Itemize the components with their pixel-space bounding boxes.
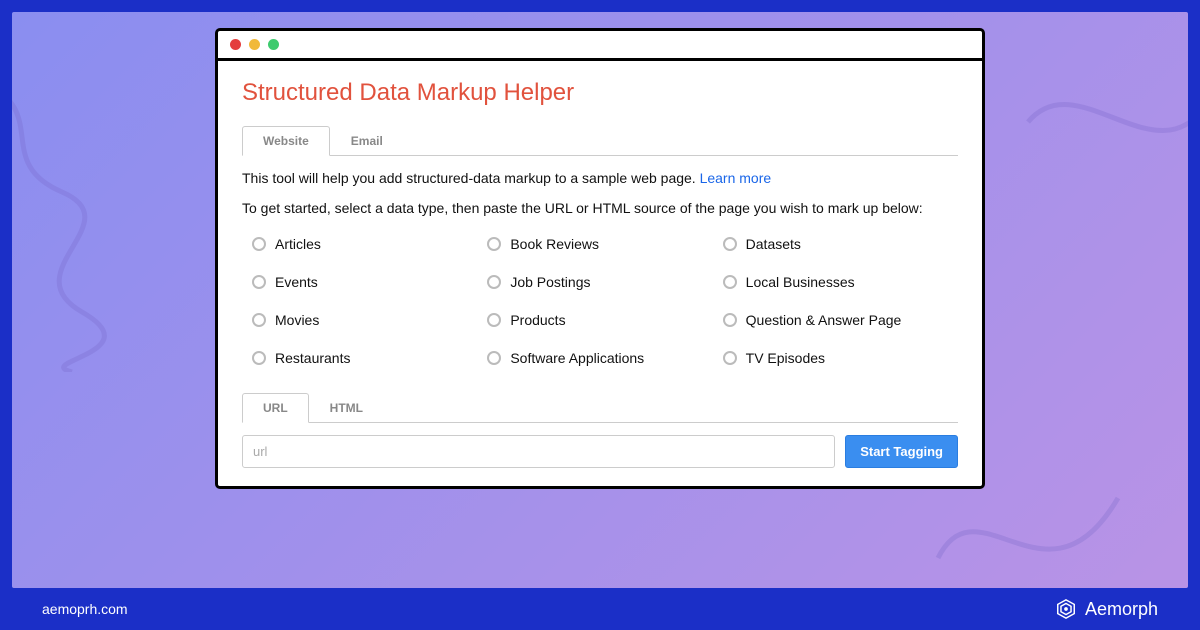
option-articles[interactable]: Articles <box>252 236 477 252</box>
option-label: Restaurants <box>275 350 350 366</box>
option-local-businesses[interactable]: Local Businesses <box>723 274 948 290</box>
data-type-options: Articles Book Reviews Datasets Events Jo… <box>242 236 958 366</box>
radio-icon <box>252 237 266 251</box>
tab-website[interactable]: Website <box>242 126 330 156</box>
description-text: This tool will help you add structured-d… <box>242 170 958 186</box>
page-title: Structured Data Markup Helper <box>242 79 958 107</box>
option-book-reviews[interactable]: Book Reviews <box>487 236 712 252</box>
decorative-squiggle <box>1018 42 1188 242</box>
radio-icon <box>252 275 266 289</box>
instruction-text: To get started, select a data type, then… <box>242 200 958 216</box>
option-label: Software Applications <box>510 350 644 366</box>
footer-domain: aemoprh.com <box>42 601 128 617</box>
option-products[interactable]: Products <box>487 312 712 328</box>
decorative-squiggle <box>12 72 172 372</box>
radio-icon <box>723 351 737 365</box>
window-close-icon[interactable] <box>230 39 241 50</box>
option-label: Articles <box>275 236 321 252</box>
tab-html[interactable]: HTML <box>309 393 384 423</box>
brand-logo-icon <box>1055 598 1077 620</box>
option-label: Job Postings <box>510 274 590 290</box>
radio-icon <box>723 275 737 289</box>
option-question-answer[interactable]: Question & Answer Page <box>723 312 948 328</box>
option-label: Products <box>510 312 565 328</box>
option-label: Datasets <box>746 236 801 252</box>
option-events[interactable]: Events <box>252 274 477 290</box>
option-software-applications[interactable]: Software Applications <box>487 350 712 366</box>
input-mode-tab-row: URL HTML <box>242 392 958 423</box>
description-body: This tool will help you add structured-d… <box>242 170 700 186</box>
url-input[interactable] <box>242 435 835 468</box>
option-job-postings[interactable]: Job Postings <box>487 274 712 290</box>
option-tv-episodes[interactable]: TV Episodes <box>723 350 948 366</box>
learn-more-link[interactable]: Learn more <box>700 170 772 186</box>
radio-icon <box>487 313 501 327</box>
source-tab-row: Website Email <box>242 125 958 156</box>
radio-icon <box>487 351 501 365</box>
option-label: Movies <box>275 312 319 328</box>
footer-brand: Aemorph <box>1055 598 1158 620</box>
option-label: Events <box>275 274 318 290</box>
window-minimize-icon[interactable] <box>249 39 260 50</box>
radio-icon <box>252 351 266 365</box>
window-maximize-icon[interactable] <box>268 39 279 50</box>
radio-icon <box>487 237 501 251</box>
action-row: Start Tagging <box>242 435 958 468</box>
option-restaurants[interactable]: Restaurants <box>252 350 477 366</box>
tab-email[interactable]: Email <box>330 126 404 156</box>
window-content: Structured Data Markup Helper Website Em… <box>218 61 982 486</box>
radio-icon <box>723 313 737 327</box>
app-window: Structured Data Markup Helper Website Em… <box>215 28 985 489</box>
option-datasets[interactable]: Datasets <box>723 236 948 252</box>
page-background: Structured Data Markup Helper Website Em… <box>12 12 1188 588</box>
window-titlebar <box>218 31 982 61</box>
option-label: Local Businesses <box>746 274 855 290</box>
footer-brand-name: Aemorph <box>1085 599 1158 620</box>
radio-icon <box>252 313 266 327</box>
radio-icon <box>723 237 737 251</box>
option-label: Question & Answer Page <box>746 312 902 328</box>
start-tagging-button[interactable]: Start Tagging <box>845 435 958 468</box>
page-footer: aemoprh.com Aemorph <box>12 588 1188 630</box>
option-movies[interactable]: Movies <box>252 312 477 328</box>
tab-url[interactable]: URL <box>242 393 309 423</box>
radio-icon <box>487 275 501 289</box>
option-label: Book Reviews <box>510 236 599 252</box>
option-label: TV Episodes <box>746 350 825 366</box>
